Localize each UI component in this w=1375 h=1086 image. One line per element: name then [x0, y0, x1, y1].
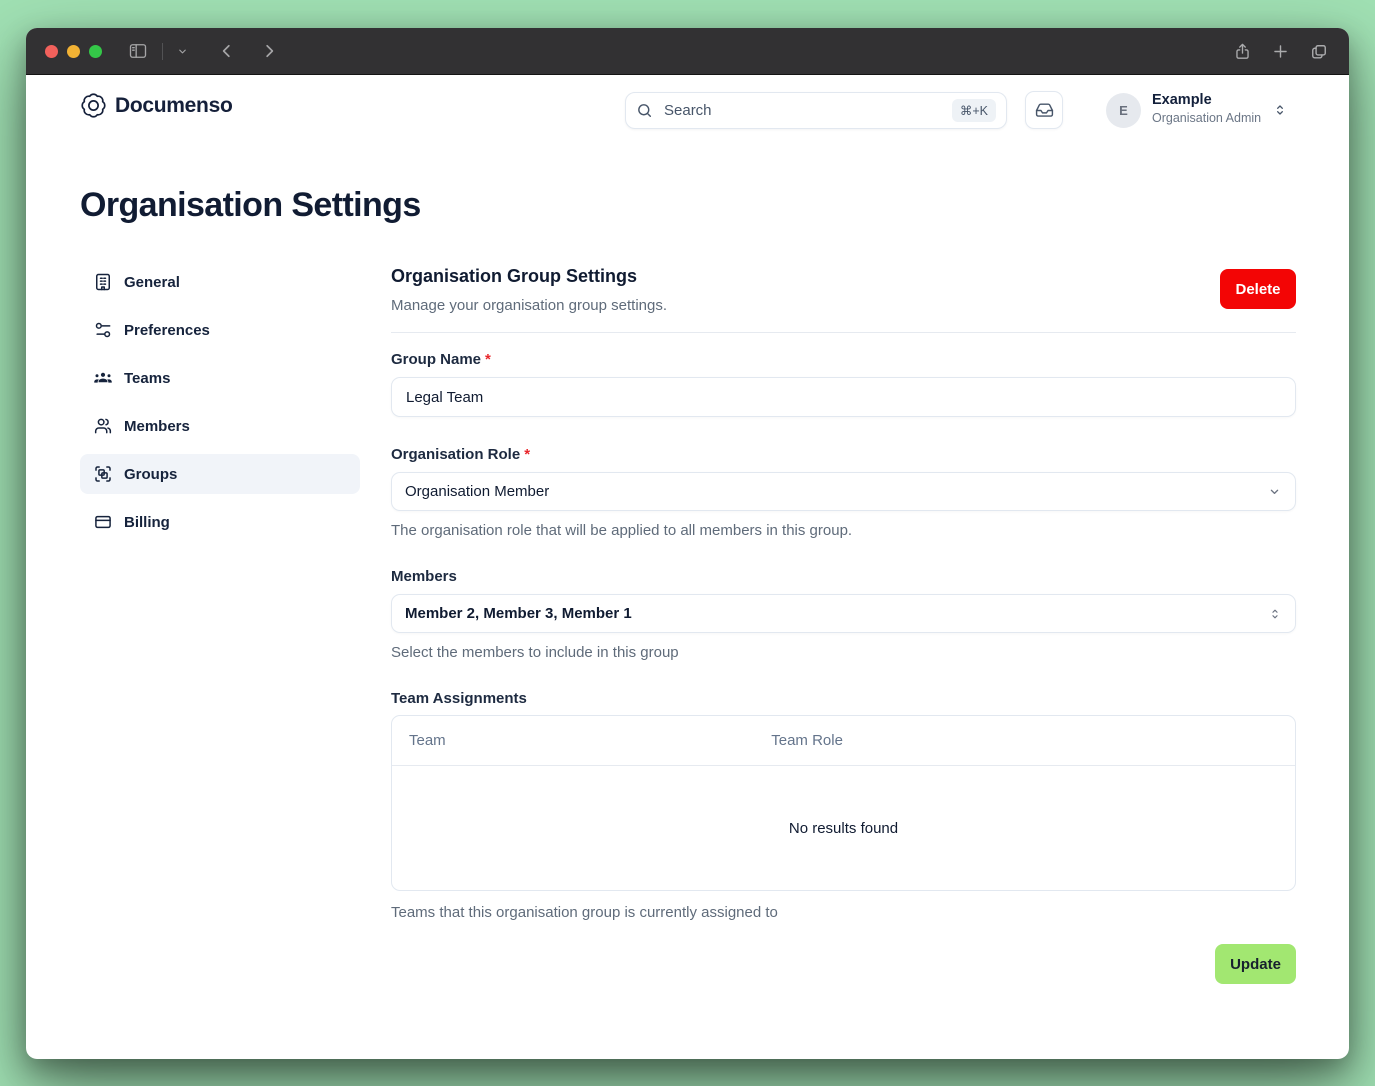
toolbar-divider — [162, 43, 163, 60]
members-value: Member 2, Member 3, Member 1 — [405, 605, 632, 622]
required-marker: * — [485, 351, 491, 368]
sidebar-item-label: Teams — [124, 370, 170, 387]
brand-name: Documenso — [115, 94, 233, 118]
organisation-role-label: Organisation Role — [391, 446, 520, 463]
page-title: Organisation Settings — [80, 186, 421, 225]
users-icon — [93, 416, 113, 436]
search-input[interactable] — [662, 101, 943, 120]
sidebar-item-label: Members — [124, 418, 190, 435]
organisation-role-helper: The organisation role that will be appli… — [391, 522, 1296, 539]
user-menu-chevrons-icon[interactable] — [1272, 102, 1288, 118]
column-header-team-role: Team Role — [771, 732, 1295, 749]
sidebar-item-label: Preferences — [124, 322, 210, 339]
building-icon — [93, 272, 113, 292]
update-button[interactable]: Update — [1215, 944, 1296, 984]
section-subtitle: Manage your organisation group settings. — [391, 297, 1296, 314]
share-icon[interactable] — [1233, 42, 1252, 61]
organisation-role-value: Organisation Member — [405, 483, 549, 500]
credit-card-icon — [93, 512, 113, 532]
settings-sidebar: General Preferences Teams — [80, 262, 360, 550]
members-multiselect[interactable]: Member 2, Member 3, Member 1 — [391, 594, 1296, 633]
user-avatar[interactable]: E — [1106, 93, 1141, 128]
team-assignments-table: Team Team Role No results found — [391, 715, 1296, 891]
sidebar-item-label: Groups — [124, 466, 177, 483]
sidebar-item-billing[interactable]: Billing — [80, 502, 360, 542]
empty-state-text: No results found — [392, 766, 1295, 890]
documenso-brand[interactable]: Documenso — [80, 92, 233, 119]
browser-window: Documenso ⌘+K E Example Organisation Adm… — [26, 28, 1349, 1059]
search-bar[interactable]: ⌘+K — [625, 92, 1007, 129]
sidebar-toggle-icon[interactable] — [128, 41, 148, 61]
sliders-icon — [93, 320, 113, 340]
chevrons-up-down-icon — [1268, 607, 1282, 621]
section-divider — [391, 332, 1296, 333]
close-window-button[interactable] — [45, 45, 58, 58]
traffic-lights — [45, 45, 102, 58]
search-icon — [636, 102, 653, 119]
minimize-window-button[interactable] — [67, 45, 80, 58]
team-assignments-helper: Teams that this organisation group is cu… — [391, 904, 1296, 921]
column-header-team: Team — [392, 732, 771, 749]
team-assignments-label: Team Assignments — [391, 690, 527, 707]
chevron-down-icon — [1267, 484, 1282, 499]
sidebar-item-general[interactable]: General — [80, 262, 360, 302]
organisation-role-select[interactable]: Organisation Member — [391, 472, 1296, 511]
user-role: Organisation Admin — [1152, 112, 1261, 125]
search-shortcut-badge: ⌘+K — [952, 99, 996, 122]
user-name: Example — [1152, 93, 1261, 108]
people-group-icon — [93, 368, 113, 388]
members-helper: Select the members to include in this gr… — [391, 644, 1296, 661]
sidebar-item-label: Billing — [124, 514, 170, 531]
browser-titlebar — [26, 28, 1349, 75]
sidebar-item-groups[interactable]: Groups — [80, 454, 360, 494]
sidebar-item-label: General — [124, 274, 180, 291]
inbox-icon — [1035, 101, 1054, 120]
tab-overview-icon[interactable] — [1309, 42, 1329, 62]
table-header-row: Team Team Role — [392, 716, 1295, 766]
group-settings-panel: Organisation Group Settings Manage your … — [391, 266, 1296, 984]
members-label: Members — [391, 568, 457, 585]
delete-button[interactable]: Delete — [1220, 269, 1296, 309]
sidebar-item-teams[interactable]: Teams — [80, 358, 360, 398]
required-marker: * — [524, 446, 530, 463]
groups-brackets-icon — [93, 464, 113, 484]
new-tab-icon[interactable] — [1271, 42, 1290, 61]
group-name-input[interactable] — [391, 377, 1296, 417]
documenso-logo-icon — [80, 92, 107, 119]
forward-icon[interactable] — [260, 42, 278, 60]
zoom-window-button[interactable] — [89, 45, 102, 58]
sidebar-item-members[interactable]: Members — [80, 406, 360, 446]
sidebar-item-preferences[interactable]: Preferences — [80, 310, 360, 350]
back-icon[interactable] — [218, 42, 236, 60]
group-name-label: Group Name — [391, 351, 481, 368]
user-menu[interactable]: Example Organisation Admin — [1152, 93, 1261, 124]
inbox-button[interactable] — [1025, 91, 1063, 129]
section-title: Organisation Group Settings — [391, 266, 1296, 287]
tab-group-chevron-icon[interactable] — [177, 46, 188, 57]
